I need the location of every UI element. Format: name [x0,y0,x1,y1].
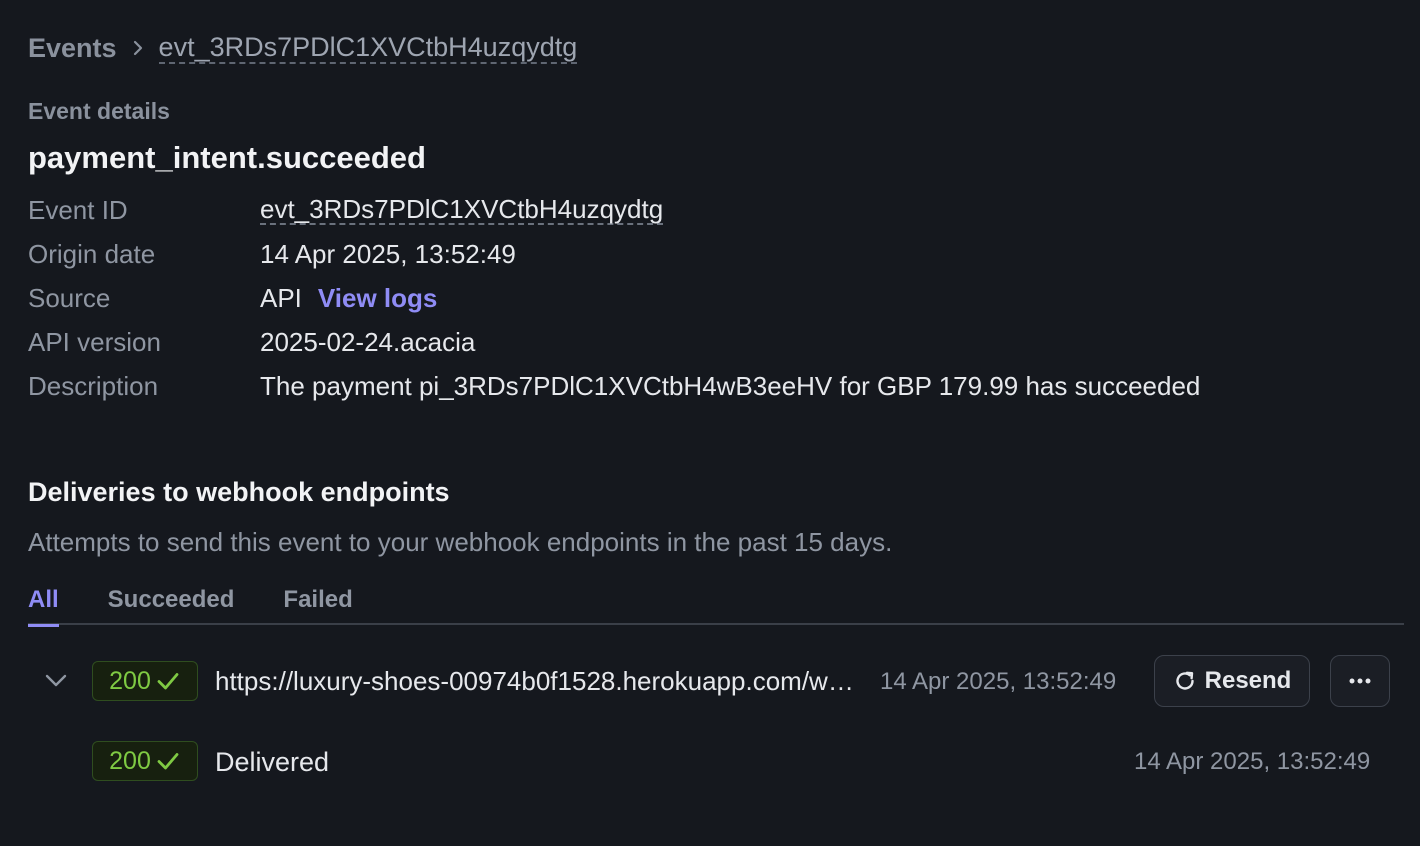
page-title: payment_intent.succeeded [28,140,426,175]
status-code: 200 [109,746,151,775]
delivery-tabs: All Succeeded Failed [28,582,1404,627]
deliveries-heading: Deliveries to webhook endpoints [28,477,450,507]
breadcrumb-events-link[interactable]: Events [28,33,117,64]
detail-row-source: Source API View logs [28,276,1408,320]
api-version-value: 2025-02-24.acacia [260,326,476,357]
view-logs-link[interactable]: View logs [318,283,437,314]
detail-label: Origin date [28,238,156,269]
detail-row-event-id: Event ID evt_3RDs7PDlC1XVCtbH4uzqydtg [28,188,1408,232]
origin-date-value: 14 Apr 2025, 13:52:49 [260,238,516,269]
tab-all[interactable]: All [28,582,59,627]
detail-label: Source [28,282,111,313]
more-actions-button[interactable] [1330,655,1390,707]
detail-label: API version [28,326,161,357]
chevron-down-icon[interactable] [40,664,72,696]
detail-row-api-version: API version 2025-02-24.acacia [28,320,1408,364]
tab-failed[interactable]: Failed [283,582,352,625]
status-badge: 200 [92,741,198,781]
detail-label: Description [28,370,159,401]
source-value: API [260,282,302,313]
event-details-table: Event ID evt_3RDs7PDlC1XVCtbH4uzqydtg Or… [28,188,1408,408]
check-icon [157,673,179,690]
status-code: 200 [109,666,151,695]
detail-row-description: Description The payment pi_3RDs7PDlC1XVC… [28,364,1408,408]
chevron-right-icon [117,40,159,56]
section-label: Event details [28,98,170,124]
deliveries-description: Attempts to send this event to your webh… [28,527,893,557]
attempt-status-text: Delivered [215,747,330,777]
tab-succeeded[interactable]: Succeeded [108,582,235,625]
status-badge: 200 [92,661,198,701]
detail-row-origin-date: Origin date 14 Apr 2025, 13:52:49 [28,232,1408,276]
refresh-icon [1176,671,1194,690]
detail-label: Event ID [28,194,128,225]
description-value: The payment pi_3RDs7PDlC1XVCtbH4wB3eeHV … [260,370,1201,401]
endpoint-url[interactable]: https://luxury-shoes-00974b0f1528.heroku… [215,663,860,699]
event-id-value[interactable]: evt_3RDs7PDlC1XVCtbH4uzqydtg [260,195,664,225]
attempt-timestamp: 14 Apr 2025, 13:52:49 [1134,748,1371,775]
more-horizontal-icon [1349,678,1371,684]
check-icon [157,753,179,770]
breadcrumb: Events evt_3RDs7PDlC1XVCtbH4uzqydtg [28,30,578,66]
resend-button[interactable]: Resend [1154,655,1310,707]
resend-label: Resend [1204,667,1292,694]
delivery-timestamp: 14 Apr 2025, 13:52:49 [880,668,1117,695]
breadcrumb-event-id[interactable]: evt_3RDs7PDlC1XVCtbH4uzqydtg [158,33,578,64]
